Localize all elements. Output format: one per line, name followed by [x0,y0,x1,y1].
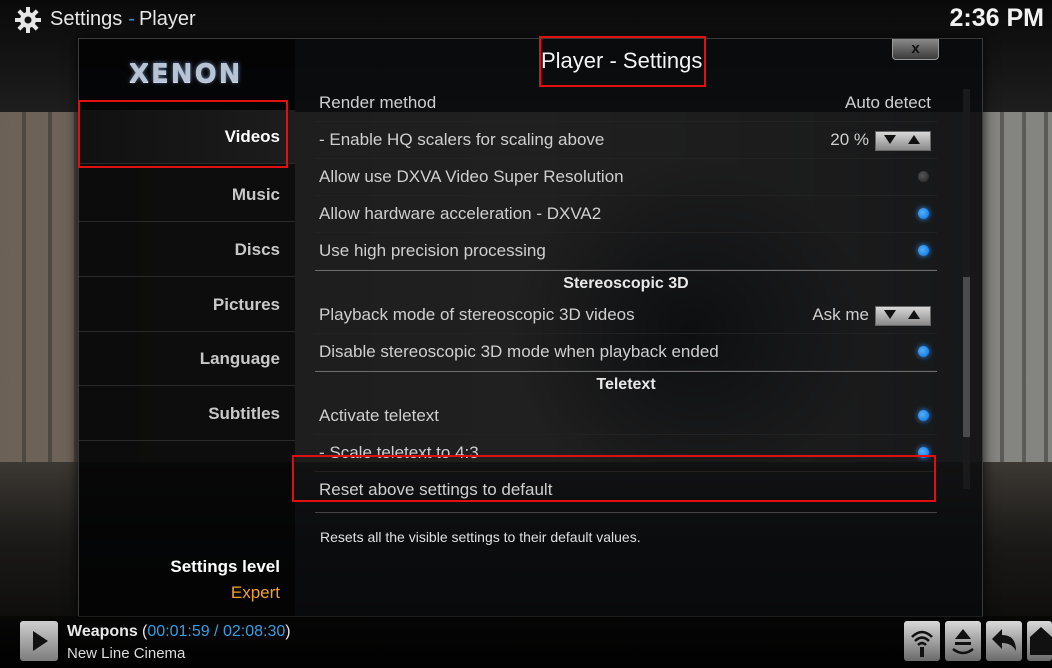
home-icon[interactable] [1027,621,1052,661]
time-separator: / [209,623,223,640]
setting-label: Allow hardware acceleration - DXVA2 [319,204,602,223]
settings-level-button[interactable]: Expert [231,583,280,603]
scrollbar-thumb[interactable] [963,277,970,437]
elapsed-time: 00:01:59 [147,623,210,640]
sidebar-item-music[interactable]: Music [79,168,295,222]
sidebar-item-pictures[interactable]: Pictures [79,278,295,332]
setting-playback-3d-mode[interactable]: Playback mode of stereoscopic 3D videos … [315,297,937,334]
value-spinner[interactable] [875,306,931,326]
setting-hq-scalers[interactable]: - Enable HQ scalers for scaling above 20… [315,122,937,159]
setting-label: Activate teletext [319,406,440,425]
breadcrumb-separator: - [128,8,135,30]
highlight-reset-row [292,455,936,502]
setting-hw-acceleration-dxva2[interactable]: Allow hardware acceleration - DXVA2 [315,196,937,233]
now-playing-time: (00:01:59 / 02:08:30) [142,623,291,641]
setting-value: 20 % [830,130,869,149]
toggle-on-icon[interactable] [918,410,929,421]
setting-value: Ask me [812,305,869,324]
settings-scrollbar[interactable] [963,89,970,489]
time-close-paren: ) [285,623,291,640]
kodi-screen: Settings - Player 2:36 PM XENON Videos Mus… [0,0,1052,668]
breadcrumb-section: Settings [50,8,123,30]
setting-activate-teletext[interactable]: Activate teletext [315,398,937,435]
setting-high-precision[interactable]: Use high precision processing [315,233,937,270]
highlight-videos-tab [78,100,288,168]
setting-description: Resets all the visible settings to their… [320,529,641,545]
chevron-down-icon[interactable] [884,135,896,144]
setting-render-method[interactable]: Render method Auto detect [315,85,937,122]
now-playing-title: Weapons [67,623,138,640]
highlight-dialog-title [539,36,706,87]
section-header-stereoscopic-3d: Stereoscopic 3D [315,270,937,297]
setting-value: Auto detect [844,93,931,112]
section-header-teletext: Teletext [315,371,937,398]
setting-label: Allow use DXVA Video Super Resolution [319,167,624,186]
breadcrumb: Settings - Player [50,8,196,31]
setting-label: Use high precision processing [319,241,546,260]
chevron-up-icon[interactable] [908,135,920,144]
setting-label: Render method [319,93,437,112]
total-time: 02:08:30 [222,623,286,640]
settings-level-label: Settings level [170,557,280,576]
toggle-off-icon[interactable] [918,171,929,182]
settings-list: Render method Auto detect - Enable HQ sc… [315,85,937,513]
now-playing-subtitle: New Line Cinema [67,645,186,662]
toggle-on-icon[interactable] [918,245,929,256]
back-icon[interactable] [986,621,1022,661]
chevron-down-icon[interactable] [884,310,896,319]
play-icon[interactable] [20,621,58,661]
value-spinner[interactable] [875,131,931,151]
sidebar-item-language[interactable]: Language [79,332,295,386]
background-window-left [0,112,80,462]
setting-label: Disable stereoscopic 3D mode when playba… [319,342,719,361]
setting-label: - Enable HQ scalers for scaling above [319,130,605,149]
sidebar-item-discs[interactable]: Discs [79,223,295,277]
settings-gear-icon [15,7,41,33]
eject-icon[interactable] [945,621,981,661]
breadcrumb-subsection: Player [138,8,196,30]
wifi-icon[interactable] [904,621,940,661]
close-button[interactable]: x [892,39,939,60]
clock: 2:36 PM [949,4,1044,32]
toggle-on-icon[interactable] [918,208,929,219]
toggle-on-icon[interactable] [918,346,929,357]
setting-dxva-super-resolution[interactable]: Allow use DXVA Video Super Resolution [315,159,937,196]
sidebar-item-subtitles[interactable]: Subtitles [79,387,295,441]
xenon-logo: XENON [129,59,243,89]
setting-disable-3d[interactable]: Disable stereoscopic 3D mode when playba… [315,334,937,371]
chevron-up-icon[interactable] [908,310,920,319]
setting-label: Playback mode of stereoscopic 3D videos [319,305,635,324]
background-window-right [982,112,1052,462]
